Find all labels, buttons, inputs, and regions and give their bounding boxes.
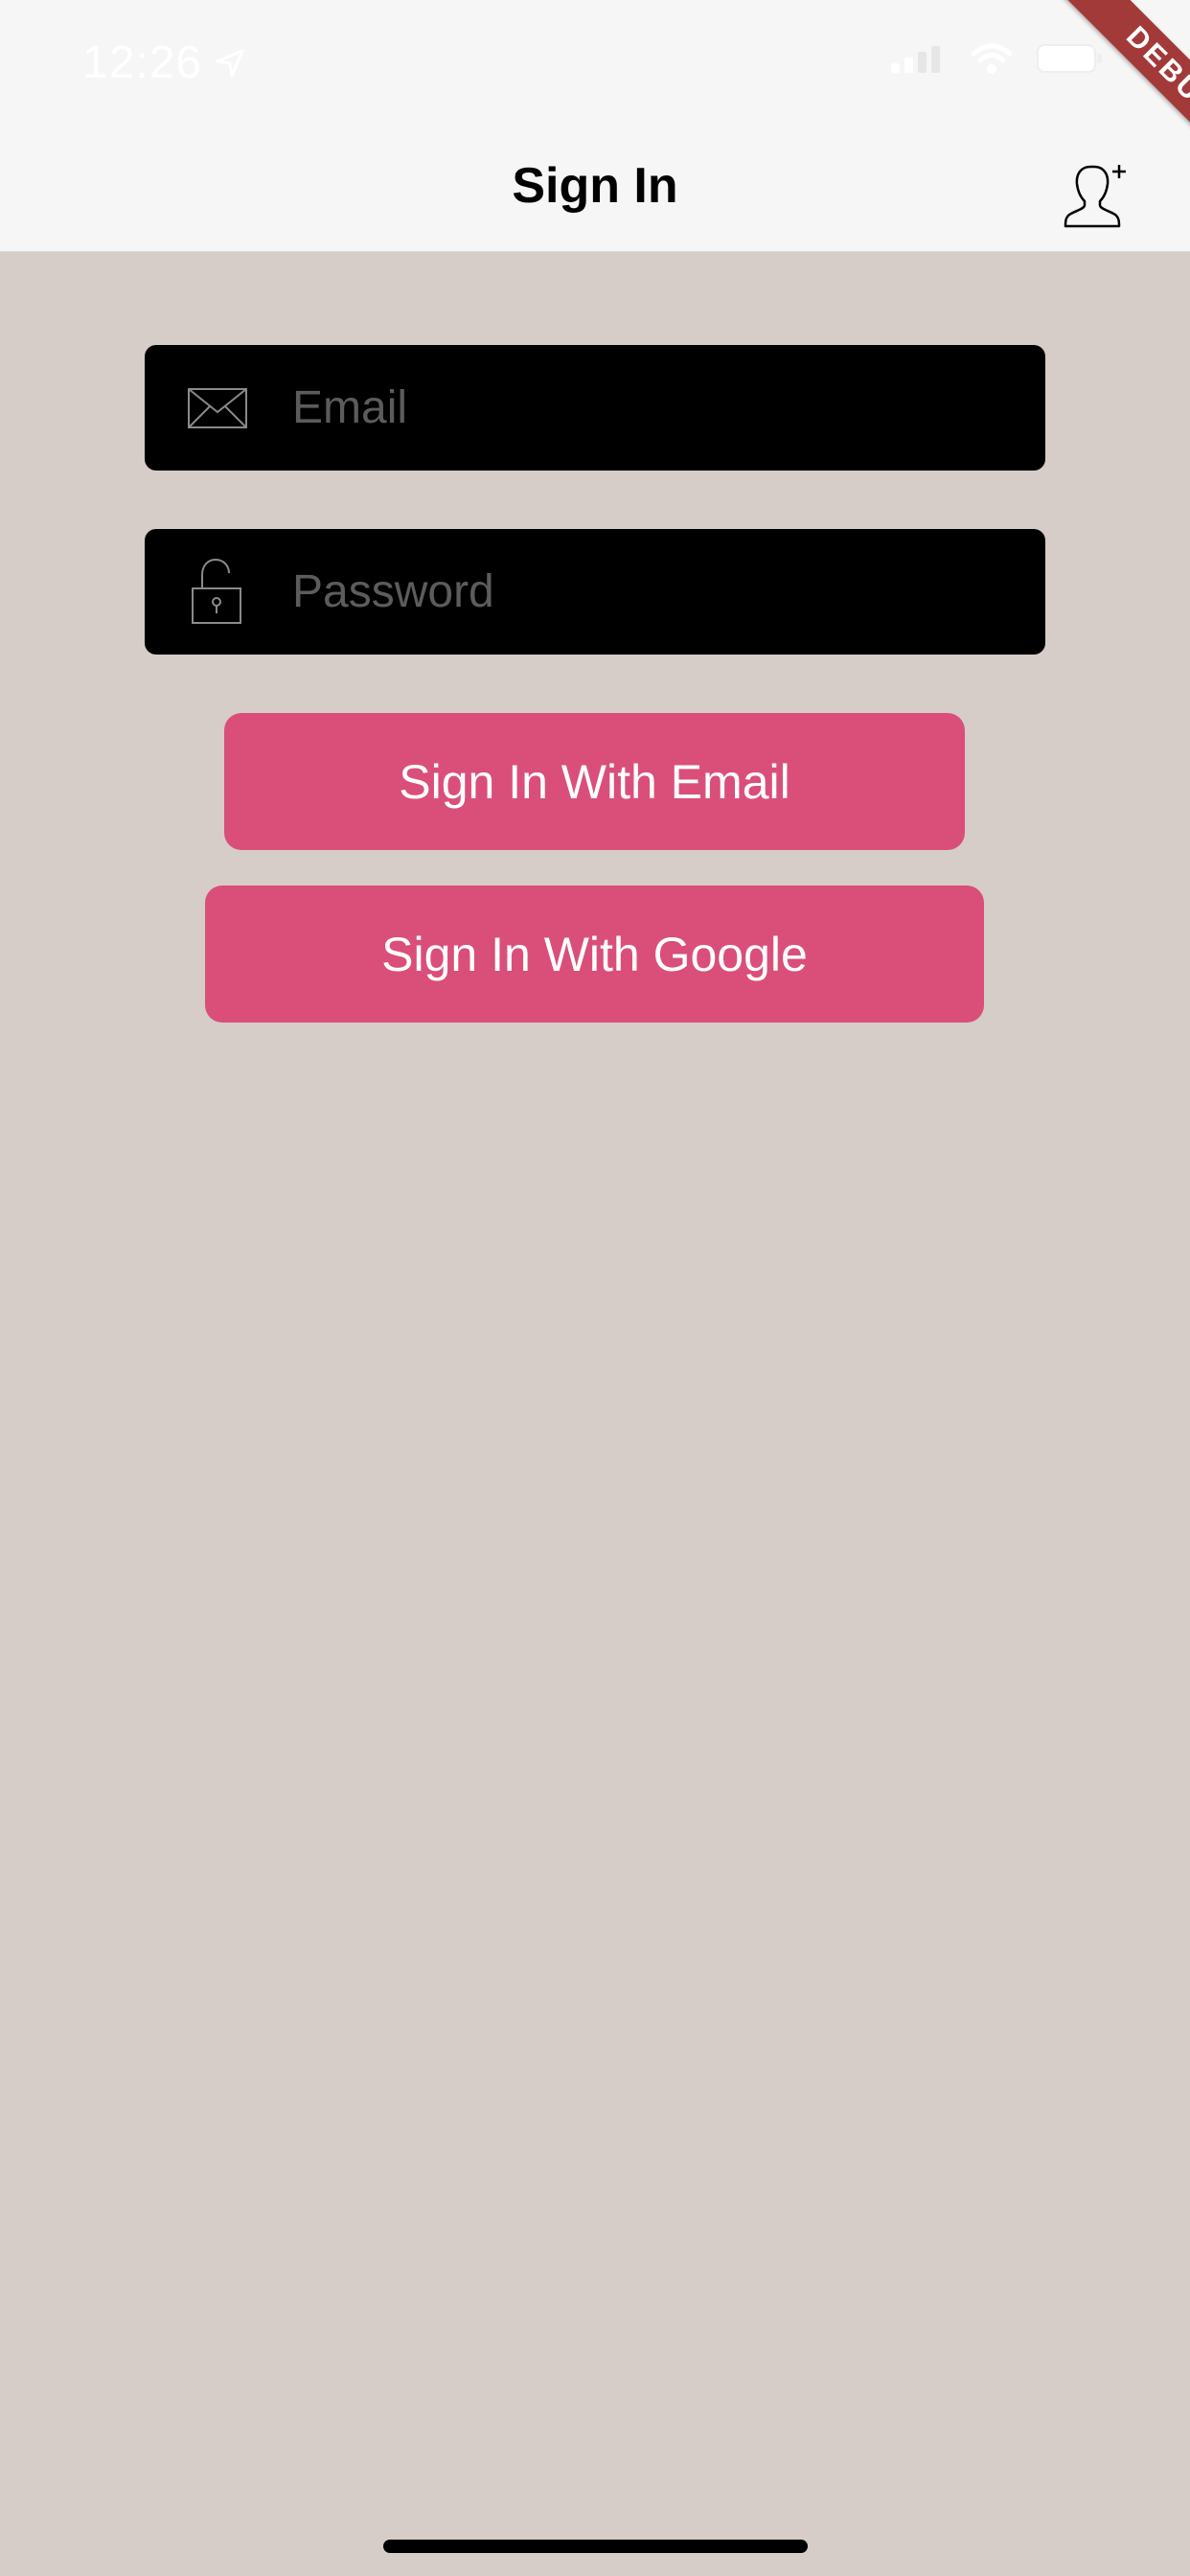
status-time: 12:26	[82, 36, 246, 89]
location-arrow-icon	[216, 49, 244, 77]
debug-banner-label: DEBUG	[1048, 0, 1190, 192]
debug-banner: DEBUG	[998, 0, 1190, 192]
password-input[interactable]	[292, 529, 1020, 655]
unlock-icon	[192, 558, 241, 624]
home-indicator[interactable]	[383, 2540, 808, 2553]
email-input[interactable]	[292, 345, 1020, 471]
envelope-icon	[188, 388, 247, 428]
status-time-text: 12:26	[82, 37, 203, 88]
password-field[interactable]	[145, 529, 1045, 655]
sign-in-email-button[interactable]: Sign In With Email	[224, 713, 965, 850]
sign-in-email-label: Sign In With Email	[399, 754, 790, 809]
email-field[interactable]	[145, 345, 1045, 471]
signal-icon	[891, 46, 940, 73]
sign-in-google-button[interactable]: Sign In With Google	[205, 886, 984, 1023]
sign-in-google-label: Sign In With Google	[381, 927, 808, 981]
